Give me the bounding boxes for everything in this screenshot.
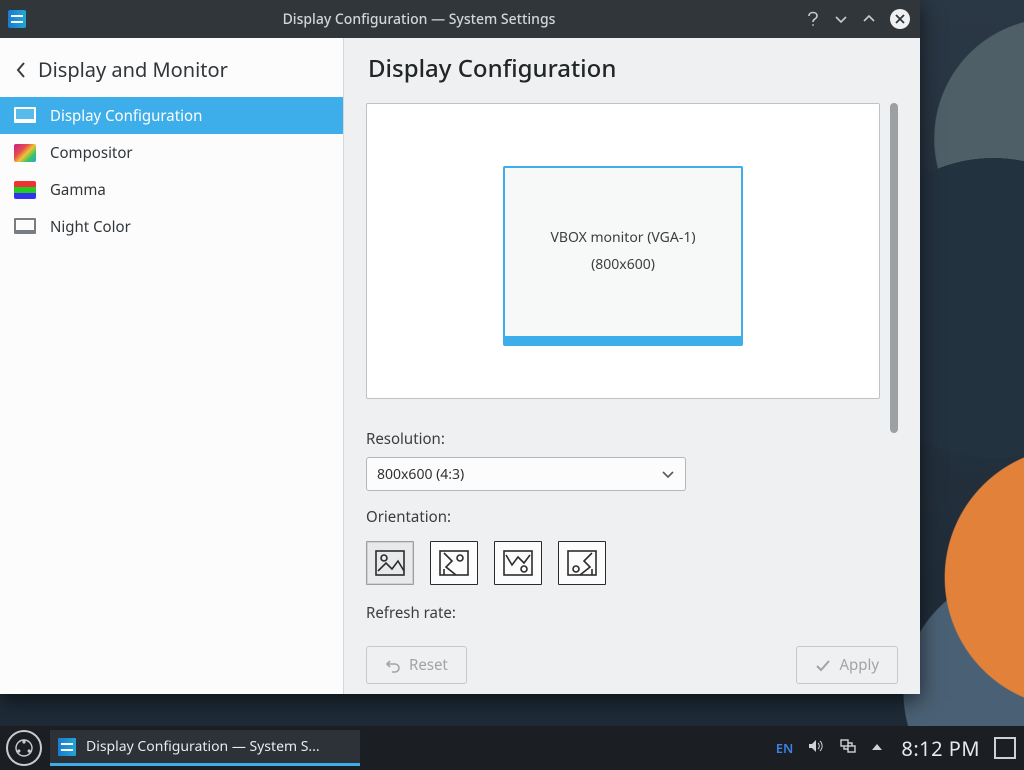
sidebar-item-night-color[interactable]: Night Color <box>0 208 343 245</box>
reset-button-label: Reset <box>409 655 448 675</box>
main-panel: Display Configuration VBOX monitor (VGA-… <box>344 38 920 694</box>
vertical-scrollbar[interactable] <box>890 103 898 640</box>
scroll-area: VBOX monitor (VGA-1) (800x600) Resolutio… <box>366 103 898 640</box>
monitor-layout-area[interactable]: VBOX monitor (VGA-1) (800x600) <box>366 103 880 399</box>
sidebar-item-gamma[interactable]: Gamma <box>0 171 343 208</box>
sidebar-header-label: Display and Monitor <box>38 56 228 83</box>
clock[interactable]: 8:12 PM <box>901 735 980 762</box>
monitor-name-label: VBOX monitor (VGA-1) <box>550 225 695 252</box>
system-settings-app-icon <box>8 10 26 28</box>
orientation-270-button[interactable] <box>558 541 606 585</box>
close-icon[interactable] <box>890 9 910 29</box>
help-icon[interactable] <box>806 11 820 27</box>
orientation-270-icon <box>566 549 598 577</box>
sidebar-item-display-configuration[interactable]: Display Configuration <box>0 97 343 134</box>
taskbar-entry-system-settings[interactable]: Display Configuration — System S... <box>50 730 360 766</box>
orientation-normal-icon <box>374 549 406 577</box>
orientation-180-button[interactable] <box>494 541 542 585</box>
apply-button[interactable]: Apply <box>796 646 898 684</box>
reset-button[interactable]: Reset <box>366 646 467 684</box>
orientation-90-icon <box>438 549 470 577</box>
taskbar-entry-label: Display Configuration — System S... <box>86 737 320 756</box>
sidebar-item-compositor[interactable]: Compositor <box>0 134 343 171</box>
show-desktop-button[interactable] <box>994 737 1016 759</box>
monitor-resolution-label: (800x600) <box>591 252 655 279</box>
sidebar-item-label: Display Configuration <box>50 106 202 126</box>
orientation-normal-button[interactable] <box>366 541 414 585</box>
system-settings-app-icon <box>58 738 76 756</box>
system-settings-window: Display Configuration — System Settings <box>0 0 920 694</box>
monitor-chip[interactable]: VBOX monitor (VGA-1) (800x600) <box>503 166 743 346</box>
resolution-combobox[interactable]: 800x600 (4:3) <box>366 457 686 491</box>
system-tray: EN <box>776 737 884 760</box>
sidebar-item-label: Night Color <box>50 217 131 237</box>
sidebar-item-label: Gamma <box>50 180 106 200</box>
window-body: Display and Monitor Display Configuratio… <box>0 38 920 694</box>
night-color-icon <box>14 218 36 236</box>
application-launcher-button[interactable] <box>6 730 42 766</box>
volume-icon[interactable] <box>807 737 825 760</box>
tray-expand-icon[interactable] <box>871 739 883 758</box>
action-buttons: Reset Apply <box>366 646 898 684</box>
sidebar: Display and Monitor Display Configuratio… <box>0 38 344 694</box>
window-title: Display Configuration — System Settings <box>32 10 806 29</box>
maximize-icon[interactable] <box>862 12 876 26</box>
resolution-value: 800x600 (4:3) <box>377 465 464 484</box>
check-icon <box>815 657 831 673</box>
network-icon[interactable] <box>839 737 857 760</box>
orientation-buttons <box>366 541 880 585</box>
apply-button-label: Apply <box>839 655 879 675</box>
scrollbar-thumb[interactable] <box>890 103 898 433</box>
sidebar-back-button[interactable]: Display and Monitor <box>0 46 343 97</box>
scroll-content: VBOX monitor (VGA-1) (800x600) Resolutio… <box>366 103 880 640</box>
compositor-icon <box>14 144 36 162</box>
page-title: Display Configuration <box>368 52 898 85</box>
gamma-icon <box>14 181 36 199</box>
orientation-90-button[interactable] <box>430 541 478 585</box>
taskbar: Display Configuration — System S... EN <box>0 726 1024 770</box>
undo-icon <box>385 657 401 673</box>
kubuntu-logo-icon <box>14 738 34 758</box>
orientation-label: Orientation: <box>366 507 880 527</box>
keyboard-layout-indicator[interactable]: EN <box>776 739 794 757</box>
monitor-icon <box>14 107 36 125</box>
orientation-180-icon <box>502 549 534 577</box>
minimize-icon[interactable] <box>834 12 848 26</box>
chevron-down-icon <box>661 467 675 481</box>
titlebar[interactable]: Display Configuration — System Settings <box>0 0 920 38</box>
refresh-rate-label: Refresh rate: <box>366 603 880 623</box>
chevron-left-icon <box>14 61 28 79</box>
sidebar-item-label: Compositor <box>50 143 133 163</box>
window-controls <box>806 9 910 29</box>
resolution-label: Resolution: <box>366 429 880 449</box>
